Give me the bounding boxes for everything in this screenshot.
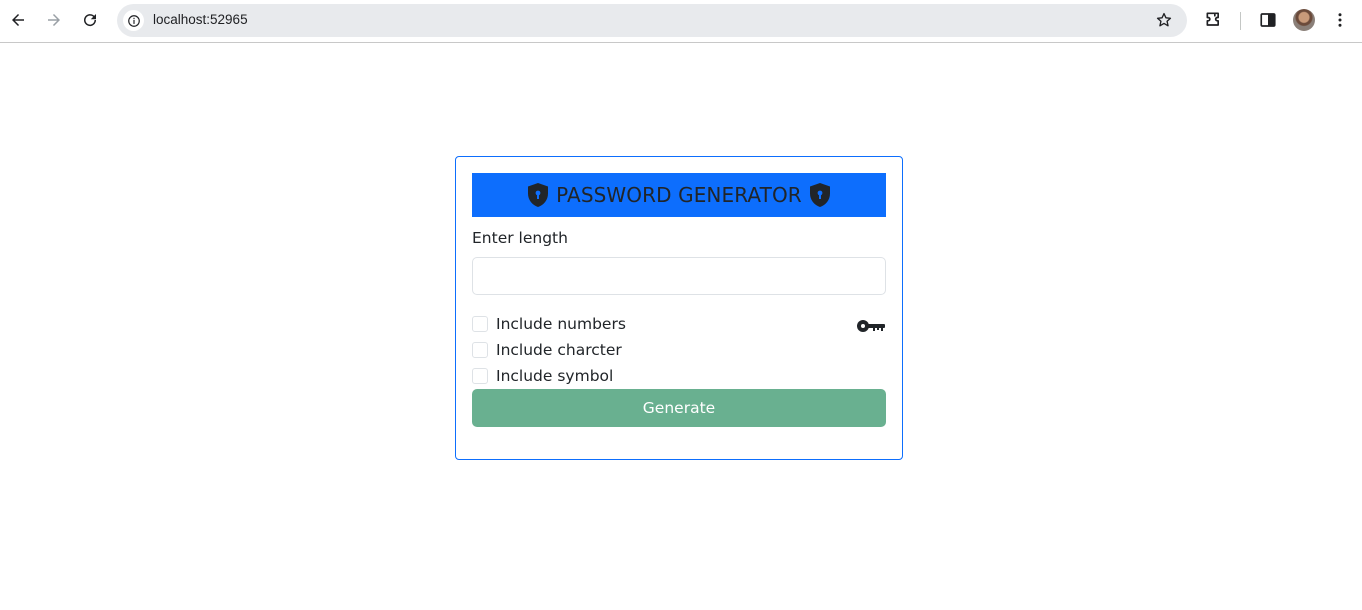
bookmark-star-icon[interactable] — [1155, 11, 1173, 29]
arrow-left-icon — [12, 14, 24, 26]
extensions-icon[interactable] — [1203, 9, 1225, 31]
page-title: PASSWORD GENERATOR — [556, 183, 802, 207]
profile-avatar[interactable] — [1293, 9, 1315, 31]
arrow-right-icon — [48, 14, 60, 26]
option-include-character[interactable]: Include charcter — [472, 341, 622, 359]
url-text: localhost:52965 — [153, 12, 248, 27]
side-panel-icon[interactable] — [1257, 9, 1279, 31]
generate-button[interactable]: Generate — [472, 389, 886, 427]
back-button[interactable] — [6, 8, 30, 32]
numbers-label: Include numbers — [496, 315, 626, 333]
length-label: Enter length — [472, 229, 568, 247]
toolbar-divider — [1240, 12, 1241, 30]
reload-button[interactable] — [78, 8, 102, 32]
option-include-symbol[interactable]: Include symbol — [472, 367, 613, 385]
length-input[interactable] — [472, 257, 886, 295]
reload-icon — [84, 14, 97, 27]
card-header: PASSWORD GENERATOR — [472, 173, 886, 217]
shield-keyhole-icon — [809, 183, 830, 207]
more-menu-icon[interactable] — [1329, 9, 1351, 31]
shield-keyhole-icon — [528, 183, 549, 207]
forward-button[interactable] — [42, 8, 66, 32]
key-icon — [857, 320, 885, 332]
character-checkbox[interactable] — [472, 342, 488, 358]
character-label: Include charcter — [496, 341, 622, 359]
numbers-checkbox[interactable] — [472, 316, 488, 332]
address-bar[interactable]: localhost:52965 — [117, 4, 1187, 37]
symbol-checkbox[interactable] — [472, 368, 488, 384]
browser-toolbar: localhost:52965 — [0, 0, 1362, 43]
password-generator-card: PASSWORD GENERATOR Enter length Include … — [455, 156, 903, 460]
option-include-numbers[interactable]: Include numbers — [472, 315, 626, 333]
symbol-label: Include symbol — [496, 367, 614, 385]
site-info-icon[interactable] — [123, 10, 144, 31]
